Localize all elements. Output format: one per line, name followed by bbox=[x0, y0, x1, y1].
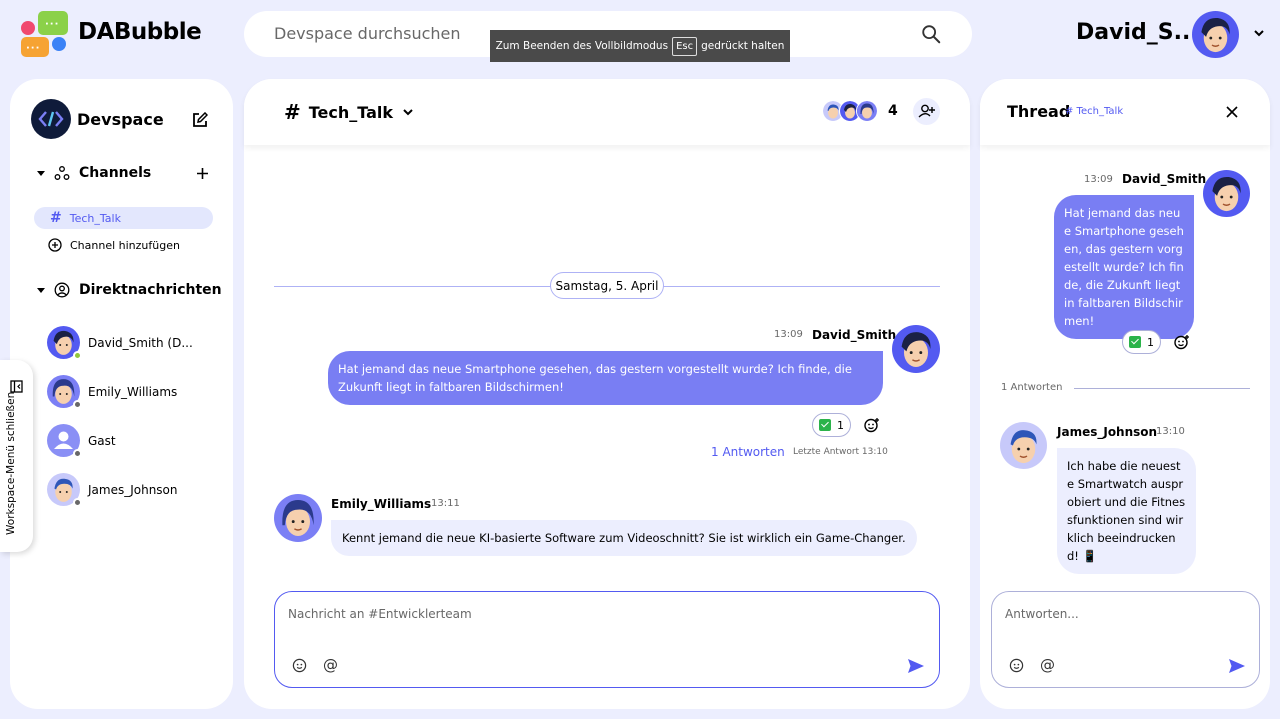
direct-messages-label: Direktnachrichten bbox=[79, 282, 222, 298]
channels-label: Channels bbox=[79, 165, 152, 181]
message-time: 13:10 bbox=[1156, 426, 1185, 437]
workspace-title: Devspace bbox=[77, 110, 164, 129]
avatar bbox=[47, 326, 82, 360]
avatar bbox=[47, 424, 82, 458]
fullscreen-hint-text: Zum Beenden des Vollbildmodus bbox=[495, 40, 669, 52]
fullscreen-hint: Zum Beenden des Vollbildmodus Esc gedrüc… bbox=[490, 30, 790, 62]
add-reaction-icon[interactable] bbox=[864, 417, 880, 433]
member-count[interactable]: 4 bbox=[888, 103, 898, 119]
add-member-button[interactable] bbox=[913, 98, 940, 125]
caret-down-icon bbox=[37, 287, 45, 293]
avatar[interactable] bbox=[274, 494, 322, 542]
channel-title-dropdown[interactable]: # Tech_Talk bbox=[284, 100, 415, 124]
offline-status-dot bbox=[73, 449, 82, 458]
channels-icon bbox=[54, 166, 70, 180]
add-channel-button[interactable]: Channel hinzufügen bbox=[48, 238, 180, 252]
reaction-count: 1 bbox=[837, 418, 844, 432]
channel-item-tech-talk[interactable]: # Tech_Talk bbox=[34, 207, 213, 229]
channels-section-toggle[interactable]: Channels bbox=[37, 165, 151, 181]
account-circle-icon bbox=[54, 282, 70, 298]
message-author[interactable]: David_Smith bbox=[1122, 172, 1206, 186]
dm-item-label: David_Smith (D... bbox=[88, 335, 193, 350]
member-avatar[interactable] bbox=[856, 100, 878, 122]
send-icon[interactable] bbox=[1228, 658, 1246, 674]
dm-item-label: James_Johnson bbox=[88, 482, 178, 497]
avatar[interactable] bbox=[892, 325, 940, 373]
message-time: 13:09 bbox=[1084, 174, 1113, 185]
mention-icon[interactable]: @ bbox=[1040, 656, 1055, 674]
replies-link[interactable]: 1 Antworten bbox=[711, 445, 785, 459]
chevron-down-icon bbox=[403, 109, 413, 116]
chevron-down-icon[interactable] bbox=[1252, 26, 1266, 40]
fullscreen-hint-suffix: gedrückt halten bbox=[701, 40, 785, 52]
date-separator: Samstag, 5. April bbox=[550, 272, 664, 299]
thread-title: Thread bbox=[1007, 102, 1071, 121]
thread-reply-placeholder[interactable]: Antworten... bbox=[1005, 607, 1079, 621]
add-channel-label: Channel hinzufügen bbox=[70, 238, 180, 252]
dm-item-james-johnson[interactable]: James_Johnson bbox=[47, 473, 178, 507]
esc-key: Esc bbox=[672, 36, 698, 56]
message-bubble: Hat jemand das neue Smartphone gesehen, … bbox=[328, 351, 883, 405]
hash-icon: # bbox=[50, 210, 62, 226]
online-status-dot bbox=[73, 351, 82, 360]
avatar[interactable] bbox=[1000, 422, 1047, 469]
emoji-icon[interactable] bbox=[292, 658, 307, 673]
emoji-icon[interactable] bbox=[1009, 658, 1024, 673]
last-reply-time: Letzte Antwort 13:10 bbox=[793, 447, 888, 457]
message-author[interactable]: Emily_Williams bbox=[331, 497, 431, 511]
check-emoji-icon bbox=[1129, 336, 1141, 348]
message-input-placeholder[interactable]: Nachricht an #Entwicklerteam bbox=[288, 607, 472, 621]
channel-title: Tech_Talk bbox=[308, 102, 394, 122]
avatar bbox=[47, 473, 82, 507]
send-icon[interactable] bbox=[907, 658, 925, 674]
mention-icon[interactable]: @ bbox=[323, 656, 338, 674]
caret-down-icon bbox=[37, 170, 45, 176]
dm-item-label: Gast bbox=[88, 433, 116, 448]
workspace-menu-toggle-label: Workspace-Menü schließen bbox=[5, 391, 17, 535]
message-bubble: Ich habe die neueste Smartwatch ausprobi… bbox=[1057, 448, 1196, 574]
workspace-menu-toggle[interactable]: Workspace-Menü schließen bbox=[0, 360, 33, 552]
search-icon[interactable] bbox=[920, 23, 942, 45]
app-title: DABubble bbox=[78, 19, 202, 45]
reaction-count: 1 bbox=[1147, 335, 1154, 349]
offline-status-dot bbox=[73, 400, 82, 409]
check-emoji-icon bbox=[819, 419, 831, 431]
reaction-chip[interactable]: 1 bbox=[812, 413, 851, 437]
message-time: 13:09 bbox=[774, 329, 803, 340]
app-logo: ··· ··· bbox=[21, 11, 69, 57]
dm-item-label: Emily_Williams bbox=[88, 384, 178, 399]
message-author[interactable]: David_Smith bbox=[812, 328, 896, 342]
message-bubble: Kennt jemand die neue KI-basierte Softwa… bbox=[331, 520, 917, 556]
reaction-chip[interactable]: 1 bbox=[1122, 330, 1161, 354]
search-placeholder[interactable]: Devspace durchsuchen bbox=[274, 24, 461, 43]
message-time: 13:11 bbox=[431, 498, 460, 509]
hash-icon: # bbox=[284, 100, 301, 124]
add-reaction-icon[interactable] bbox=[1174, 334, 1190, 350]
channel-item-label: Tech_Talk bbox=[69, 211, 121, 225]
thread-channel: # Tech_Talk bbox=[1065, 106, 1124, 117]
message-input[interactable]: Nachricht an #Entwicklerteam @ bbox=[274, 591, 940, 688]
dm-item-david-smith[interactable]: David_Smith (D... bbox=[47, 326, 193, 360]
message-bubble: Hat jemand das neue Smartphone gesehen, … bbox=[1054, 195, 1194, 339]
dm-item-emily-williams[interactable]: Emily_Williams bbox=[47, 375, 178, 409]
close-icon[interactable] bbox=[1225, 105, 1239, 119]
workspace-logo bbox=[31, 99, 71, 139]
user-avatar[interactable] bbox=[1192, 11, 1239, 58]
replies-divider bbox=[1074, 388, 1250, 389]
edit-icon[interactable] bbox=[192, 112, 208, 128]
avatar bbox=[47, 375, 82, 409]
message-author[interactable]: James_Johnson bbox=[1057, 425, 1157, 439]
current-user-name[interactable]: David_S... bbox=[1076, 20, 1199, 45]
offline-status-dot bbox=[73, 498, 82, 507]
avatar[interactable] bbox=[1203, 170, 1250, 217]
plus-circle-icon bbox=[48, 238, 62, 252]
add-channel-plus-icon[interactable] bbox=[196, 167, 209, 180]
dm-item-gast[interactable]: Gast bbox=[47, 424, 116, 458]
replies-count-label: 1 Antworten bbox=[1001, 382, 1063, 393]
thread-reply-input[interactable]: Antworten... @ bbox=[991, 591, 1260, 688]
direct-messages-section-toggle[interactable]: Direktnachrichten bbox=[37, 282, 222, 298]
add-person-icon bbox=[918, 104, 935, 118]
